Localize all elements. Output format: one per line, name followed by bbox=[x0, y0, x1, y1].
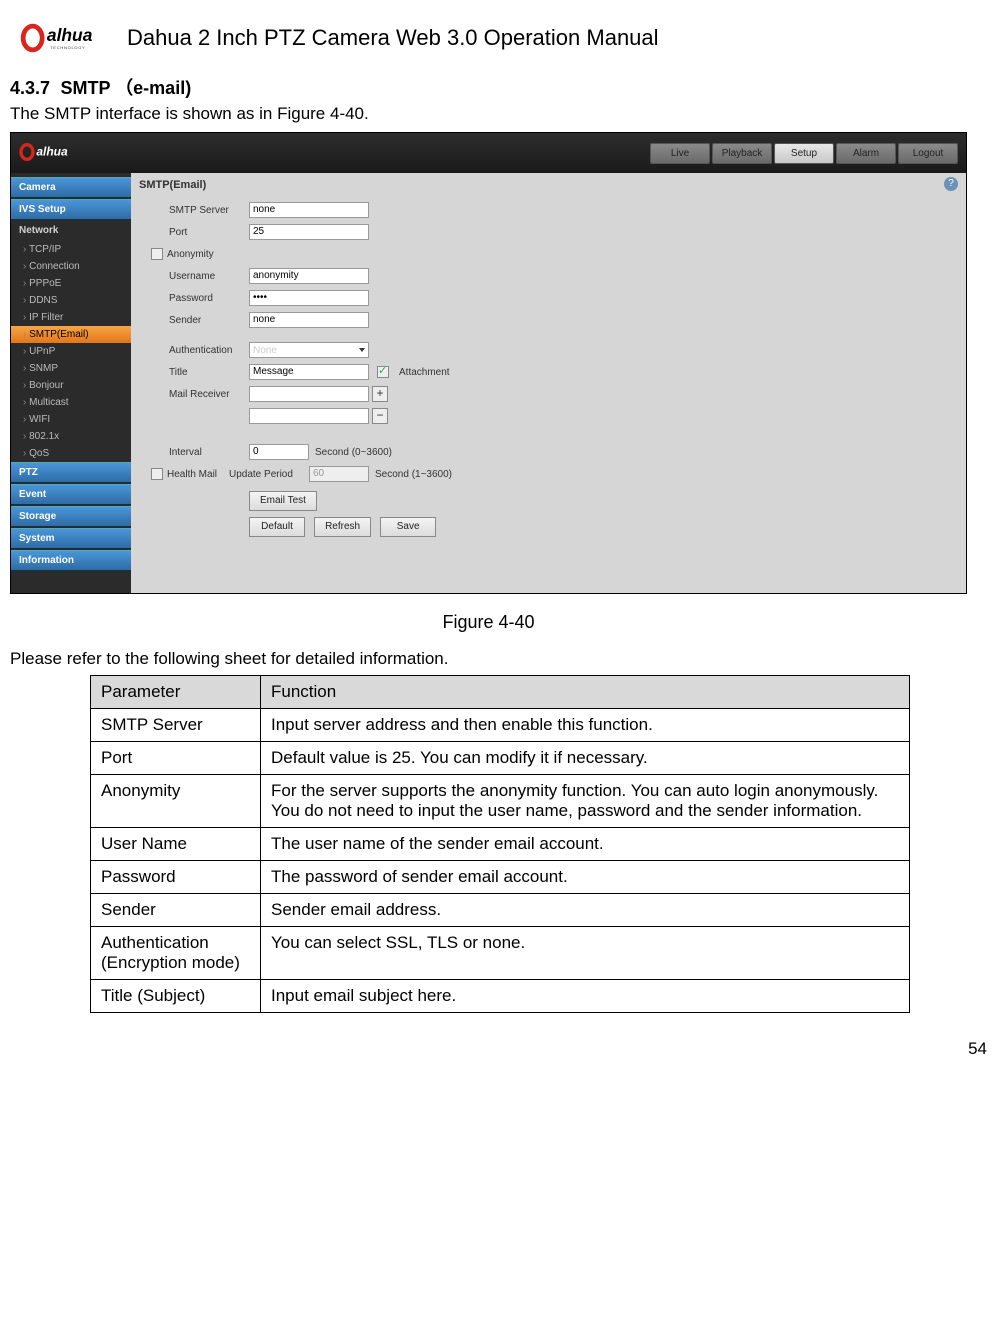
table-row: SMTP ServerInput server address and then… bbox=[91, 709, 910, 742]
sidebar-group-storage[interactable]: Storage bbox=[11, 506, 131, 527]
table-row: User NameThe user name of the sender ema… bbox=[91, 828, 910, 861]
input-title[interactable]: Message bbox=[249, 364, 369, 380]
sidebar-sub-ddns[interactable]: DDNS bbox=[11, 292, 131, 309]
table-row: PortDefault value is 25. You can modify … bbox=[91, 742, 910, 775]
save-button[interactable]: Save bbox=[380, 517, 436, 537]
parameter-table: Parameter Function SMTP ServerInput serv… bbox=[90, 675, 910, 1013]
input-update-period: 60 bbox=[309, 466, 369, 482]
input-interval[interactable]: 0 bbox=[249, 444, 309, 460]
sidebar-sub-ipfilter[interactable]: IP Filter bbox=[11, 309, 131, 326]
input-sender[interactable]: none bbox=[249, 312, 369, 328]
checkbox-health-mail[interactable] bbox=[151, 468, 163, 480]
input-username[interactable]: anonymity bbox=[249, 268, 369, 284]
tab-alarm[interactable]: Alarm bbox=[836, 143, 896, 164]
label-interval-unit: Second (0~3600) bbox=[315, 447, 392, 458]
section-title: SMTP （e-mail) bbox=[61, 78, 192, 98]
figure-screenshot: alhua Live Playback Setup Alarm Logout C… bbox=[10, 132, 967, 594]
sidebar-sub-multicast[interactable]: Multicast bbox=[11, 394, 131, 411]
sidebar-group-ptz[interactable]: PTZ bbox=[11, 462, 131, 483]
sidebar-sub-bonjour[interactable]: Bonjour bbox=[11, 377, 131, 394]
default-button[interactable]: Default bbox=[249, 517, 305, 537]
document-title: Dahua 2 Inch PTZ Camera Web 3.0 Operatio… bbox=[127, 25, 659, 51]
table-header-function: Function bbox=[261, 676, 910, 709]
sidebar-sub-snmp[interactable]: SNMP bbox=[11, 360, 131, 377]
label-mail-receiver: Mail Receiver bbox=[169, 389, 249, 400]
tab-setup[interactable]: Setup bbox=[774, 143, 834, 164]
table-row: Authentication (Encryption mode)You can … bbox=[91, 927, 910, 980]
sidebar-group-camera[interactable]: Camera bbox=[11, 177, 131, 198]
sidebar-sub-tcpip[interactable]: TCP/IP bbox=[11, 241, 131, 258]
label-anonymity: Anonymity bbox=[167, 249, 229, 260]
add-receiver-button[interactable]: + bbox=[372, 386, 388, 402]
app-topbar: alhua Live Playback Setup Alarm Logout bbox=[11, 133, 966, 173]
chevron-down-icon bbox=[359, 348, 365, 352]
sidebar-sub-upnp[interactable]: UPnP bbox=[11, 343, 131, 360]
label-username: Username bbox=[169, 271, 249, 282]
sidebar: Camera IVS Setup Network TCP/IP Connecti… bbox=[11, 173, 131, 593]
tab-logout[interactable]: Logout bbox=[898, 143, 958, 164]
select-auth-value: None bbox=[253, 345, 277, 356]
input-mail-receiver-2[interactable] bbox=[249, 408, 369, 424]
figure-caption: Figure 4-40 bbox=[10, 612, 967, 633]
sidebar-sub-qos[interactable]: QoS bbox=[11, 445, 131, 462]
tab-live[interactable]: Live bbox=[650, 143, 710, 164]
sidebar-group-ivs[interactable]: IVS Setup bbox=[11, 199, 131, 220]
sidebar-sub-smtp[interactable]: SMTP(Email) bbox=[11, 326, 131, 343]
content-pane: ? SMTP(Email) SMTP Server none Port 25 bbox=[131, 173, 966, 593]
help-icon[interactable]: ? bbox=[944, 177, 958, 191]
page-number: 54 bbox=[968, 1039, 987, 1059]
checkbox-anonymity[interactable] bbox=[151, 248, 163, 260]
sidebar-group-event[interactable]: Event bbox=[11, 484, 131, 505]
label-update-period: Update Period bbox=[229, 469, 309, 480]
select-auth[interactable]: None bbox=[249, 342, 369, 358]
sidebar-group-network[interactable]: Network bbox=[11, 221, 131, 240]
label-smtp-server: SMTP Server bbox=[169, 205, 249, 216]
input-smtp-server[interactable]: none bbox=[249, 202, 369, 218]
label-password: Password bbox=[169, 293, 249, 304]
sidebar-sub-8021x[interactable]: 802.1x bbox=[11, 428, 131, 445]
label-health-mail: Health Mail bbox=[167, 469, 229, 480]
refresh-button[interactable]: Refresh bbox=[314, 517, 371, 537]
dahua-logo: alhua TECHNOLOGY bbox=[20, 20, 115, 56]
input-password[interactable]: •••• bbox=[249, 290, 369, 306]
sidebar-sub-wifi[interactable]: WIFI bbox=[11, 411, 131, 428]
svg-text:alhua: alhua bbox=[47, 25, 93, 45]
table-header-parameter: Parameter bbox=[91, 676, 261, 709]
app-logo: alhua bbox=[19, 142, 99, 165]
remove-receiver-button[interactable]: − bbox=[372, 408, 388, 424]
label-update-unit: Second (1~3600) bbox=[375, 469, 452, 480]
email-test-button[interactable]: Email Test bbox=[249, 491, 317, 511]
sidebar-sub-pppoe[interactable]: PPPoE bbox=[11, 275, 131, 292]
checkbox-attachment[interactable] bbox=[377, 366, 389, 378]
sidebar-group-information[interactable]: Information bbox=[11, 550, 131, 571]
label-auth: Authentication bbox=[169, 345, 249, 356]
table-intro: Please refer to the following sheet for … bbox=[10, 649, 967, 669]
table-row: Title (Subject)Input email subject here. bbox=[91, 980, 910, 1013]
input-mail-receiver[interactable] bbox=[249, 386, 369, 402]
table-row: SenderSender email address. bbox=[91, 894, 910, 927]
sidebar-sub-connection[interactable]: Connection bbox=[11, 258, 131, 275]
label-interval: Interval bbox=[169, 447, 249, 458]
label-title: Title bbox=[169, 367, 249, 378]
svg-text:alhua: alhua bbox=[36, 144, 68, 158]
tab-playback[interactable]: Playback bbox=[712, 143, 772, 164]
top-tabs: Live Playback Setup Alarm Logout bbox=[650, 143, 958, 164]
table-row: AnonymityFor the server supports the ano… bbox=[91, 775, 910, 828]
table-row: PasswordThe password of sender email acc… bbox=[91, 861, 910, 894]
input-port[interactable]: 25 bbox=[249, 224, 369, 240]
content-title: SMTP(Email) bbox=[139, 179, 958, 191]
label-attachment: Attachment bbox=[399, 367, 450, 378]
label-sender: Sender bbox=[169, 315, 249, 326]
section-intro: The SMTP interface is shown as in Figure… bbox=[10, 104, 967, 124]
label-port: Port bbox=[169, 227, 249, 238]
section-number: 4.3.7 bbox=[10, 78, 50, 98]
sidebar-group-system[interactable]: System bbox=[11, 528, 131, 549]
svg-text:TECHNOLOGY: TECHNOLOGY bbox=[50, 45, 85, 50]
